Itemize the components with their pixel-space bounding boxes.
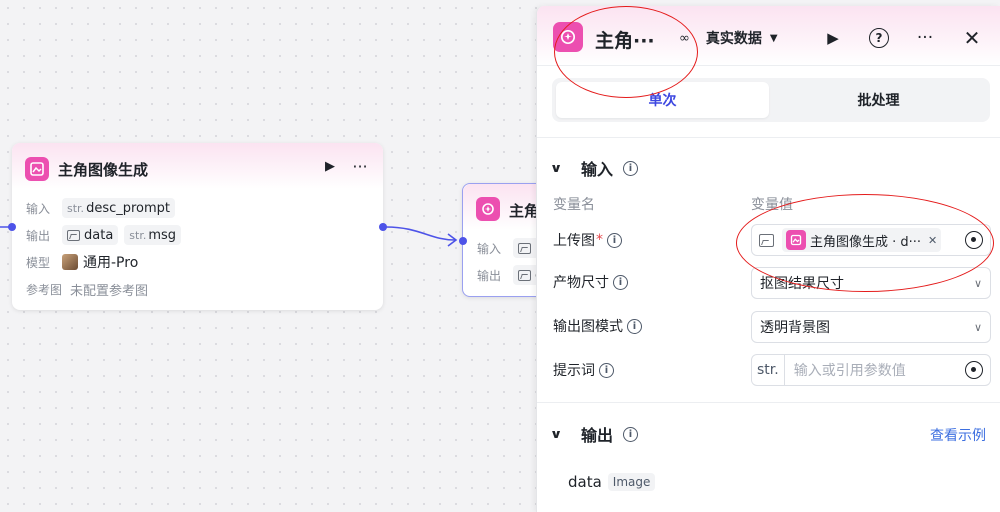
info-icon[interactable]: i (607, 232, 622, 248)
prompt-input[interactable]: str. 输入或引用参数值 (751, 354, 991, 386)
tab-batch[interactable]: 批处理 (772, 82, 985, 118)
run-mode-tabs: 单次 批处理 (552, 78, 990, 122)
node-title: 主角图像生成 (58, 161, 149, 179)
field-label-prompt: 提示词 i (553, 360, 614, 380)
target-icon[interactable] (965, 231, 983, 249)
output-section-title: 输出 (581, 426, 614, 445)
output-tag-msg: str. msg (124, 225, 182, 245)
image-edit-icon (25, 157, 49, 181)
model-label: 模型 (26, 255, 51, 270)
output-var-name: data (568, 473, 602, 491)
field-label-size: 产物尺寸 i (553, 272, 628, 292)
data-mode-selector[interactable]: ∞ 真实数据 ▼ (679, 28, 778, 48)
divider (537, 402, 1000, 403)
play-icon[interactable]: ▶ (318, 154, 342, 178)
reference-tag: 主角图像生成 · d··· ✕ (782, 228, 942, 252)
field-label-upload: 上传图 * i (553, 230, 622, 250)
image-edit-icon (476, 197, 500, 221)
ref-value: 未配置参考图 (70, 283, 149, 299)
glasses-icon: ∞ (679, 30, 690, 46)
image-edit-icon (560, 29, 576, 45)
node2-input-port[interactable] (459, 237, 467, 245)
node2-title: 主角 (509, 202, 540, 220)
data-mode-label: 真实数据 (705, 31, 762, 47)
target-icon[interactable] (965, 361, 983, 379)
chevron-down-icon: ▼ (769, 32, 778, 44)
tab-single[interactable]: 单次 (556, 82, 769, 118)
field-label-output-mode: 输出图模式 i (553, 316, 642, 336)
image-edit-icon (786, 230, 806, 250)
type-prefix: str. (752, 355, 785, 385)
divider (537, 137, 1000, 138)
chevron-down-icon: ∨ (549, 427, 563, 441)
node-config-panel: 主角··· ∞ 真实数据 ▼ ▶ ? ··· ✕ 单次 批处理 ∨ 输入 i 变… (536, 6, 1000, 512)
input-section-header[interactable]: ∨ 输入 i (549, 156, 639, 180)
node-hero-image-gen[interactable]: 主角图像生成 ▶ ··· 输入 str. desc_prompt 输出 data … (8, 143, 387, 310)
input-label: 输入 (26, 201, 51, 216)
info-icon[interactable]: i (613, 274, 628, 290)
col-head-value: 变量值 (751, 197, 793, 213)
close-icon[interactable]: ✕ (958, 24, 986, 52)
node1-input-port[interactable] (8, 223, 16, 231)
info-icon[interactable]: i (627, 318, 642, 334)
prompt-placeholder: 输入或引用参数值 (793, 363, 906, 379)
output-var-row: data Image (568, 473, 656, 491)
image-icon (67, 229, 80, 241)
more-icon[interactable]: ··· (911, 24, 939, 52)
node-output-row: 输出 data str. msg (26, 225, 187, 245)
output-var-type: Image (607, 473, 656, 491)
close-icon[interactable]: ✕ (928, 234, 937, 247)
panel-node-icon (553, 22, 583, 52)
view-example-link[interactable]: 查看示例 (930, 425, 986, 445)
help-icon[interactable]: ? (865, 24, 893, 52)
edge-node1-node2 (385, 226, 456, 241)
image-icon (518, 269, 531, 281)
col-head-name: 变量名 (553, 197, 595, 213)
more-icon[interactable]: ··· (346, 154, 374, 178)
output-label: 输出 (26, 228, 51, 243)
chevron-down-icon: ∨ (973, 320, 983, 334)
node1-output-port[interactable] (379, 223, 387, 231)
model-value: 通用-Pro (83, 255, 139, 271)
info-icon[interactable]: i (623, 426, 639, 442)
panel-title: 主角··· (595, 30, 655, 52)
output-mode-select[interactable]: 透明背景图 ∨ (751, 311, 991, 343)
image-icon (518, 242, 531, 254)
image-icon (752, 233, 782, 247)
product-size-value: 抠图结果尺寸 (760, 276, 844, 292)
play-icon[interactable]: ▶ (819, 24, 847, 52)
input-section-title: 输入 (581, 160, 614, 179)
node-input-row: 输入 str. desc_prompt (26, 198, 181, 218)
node-ref-row: 参考图 未配置参考图 (26, 279, 148, 299)
input-tag: str. desc_prompt (62, 198, 176, 218)
upload-image-field[interactable]: 主角图像生成 · d··· ✕ (751, 224, 991, 256)
output-mode-value: 透明背景图 (760, 320, 830, 336)
model-avatar (62, 254, 78, 270)
ref-label: 参考图 (26, 282, 63, 297)
info-icon[interactable]: i (599, 362, 614, 378)
output-tag-data: data (62, 225, 119, 245)
chevron-down-icon: ∨ (549, 161, 563, 175)
output-section-header[interactable]: ∨ 输出 i (549, 422, 639, 446)
reference-tag-label: 主角图像生成 · d··· (810, 234, 922, 250)
product-size-select[interactable]: 抠图结果尺寸 ∨ (751, 267, 991, 299)
chevron-down-icon: ∨ (973, 276, 983, 290)
info-icon[interactable]: i (623, 160, 639, 176)
node-model-row: 模型 通用-Pro (26, 252, 138, 272)
